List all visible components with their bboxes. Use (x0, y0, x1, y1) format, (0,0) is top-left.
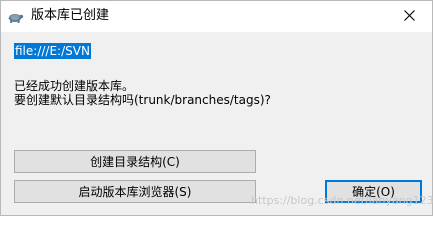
ok-button[interactable]: 确定(O) (325, 180, 422, 203)
repository-path[interactable]: file:///E:/SVN (14, 43, 91, 59)
window-title: 版本库已创建 (31, 8, 110, 23)
close-icon (403, 9, 415, 24)
message-line-success: 已经成功创建版本库。 (14, 79, 135, 93)
dialog-window: 版本库已创建 file:///E:/SVN 已经成功创建版本库。 要创建默认目录… (0, 0, 433, 216)
create-structure-button[interactable]: 创建目录结构(C) (14, 150, 256, 173)
launch-repo-browser-button[interactable]: 启动版本库浏览器(S) (14, 180, 256, 203)
tortoise-icon (7, 9, 24, 24)
title-bar[interactable]: 版本库已创建 (1, 1, 432, 32)
dialog-content: file:///E:/SVN 已经成功创建版本库。 要创建默认目录结构吗(tru… (1, 32, 433, 215)
close-button[interactable] (386, 1, 432, 32)
message-line-question: 要创建默认目录结构吗(trunk/branches/tags)? (14, 93, 271, 107)
